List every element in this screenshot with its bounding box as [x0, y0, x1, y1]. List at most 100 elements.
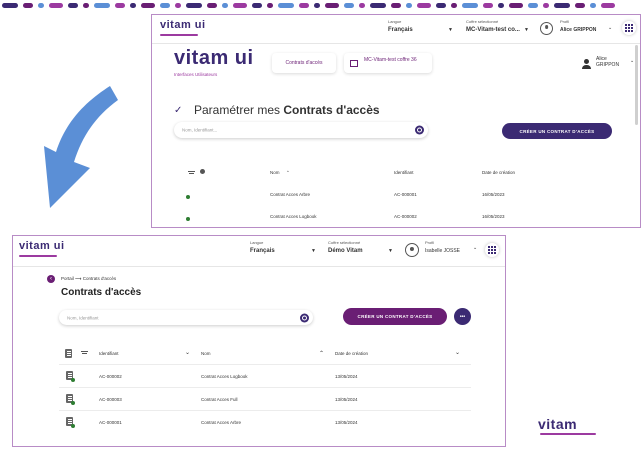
corner-logo-underline [540, 433, 596, 435]
bottom-header: vitam ui Langue Français ▼ Coffre sélect… [13, 236, 505, 267]
dash-segment [344, 2, 354, 8]
chevron-down-icon[interactable]: ▼ [524, 27, 529, 33]
dash-segment [417, 2, 431, 8]
row2-id: AC-000002 [394, 214, 417, 219]
title-prefix: Paramétrer mes [194, 103, 284, 117]
search-icon[interactable] [415, 125, 424, 135]
filter-icon[interactable] [188, 171, 195, 176]
check-icon: ✓ [174, 105, 183, 116]
col-identifiant[interactable]: Identifiant [99, 351, 119, 356]
chevron-down-icon[interactable]: ▼ [448, 27, 453, 33]
tab-contrats[interactable]: Contrats d'accès [272, 53, 336, 73]
back-arrow-button[interactable]: ‹ [47, 275, 55, 283]
document-icon [66, 371, 75, 382]
status-dot [186, 217, 190, 221]
dash-segment [252, 2, 262, 8]
profile-name[interactable]: Isabelle JOSSE [425, 248, 460, 254]
apps-grid-button[interactable] [622, 21, 636, 35]
user-icon [584, 59, 589, 64]
language-select[interactable]: Français [388, 27, 413, 33]
vitam-logo-large[interactable]: vitam ui [174, 47, 254, 70]
user-filter-icon[interactable] [200, 169, 205, 174]
dash-segment [406, 2, 412, 8]
dash-segment [175, 2, 181, 8]
dash-segment [299, 2, 309, 8]
vitam-logo[interactable]: vitam ui [160, 19, 206, 31]
more-options-button[interactable]: ••• [454, 308, 471, 325]
row2-date: 13/05/2024 [335, 397, 358, 402]
search-input[interactable]: Nom, Identifiant... [174, 122, 428, 138]
document-icon [66, 394, 75, 405]
breadcrumb-current: Contrats d'accès [82, 276, 117, 281]
dash-segment [83, 2, 89, 8]
sort-up-icon[interactable]: ⌃ [319, 350, 324, 357]
logo-subtitle: Interfaces Utilisateurs [174, 72, 218, 77]
dash-segment [325, 2, 339, 8]
dash-segment [49, 2, 63, 8]
row3-date: 13/05/2024 [335, 420, 358, 425]
language-select[interactable]: Français [250, 248, 275, 254]
logo-underline [160, 34, 198, 36]
chevron-down-icon[interactable]: ⌄ [455, 349, 460, 356]
vault-label: Coffre sélectionné [328, 240, 361, 245]
search-placeholder: Nom, Identifiant... [182, 127, 218, 133]
tab-vault[interactable]: MC-Vitam-test coffre 36 [344, 53, 432, 73]
apps-grid-button[interactable] [485, 243, 499, 257]
sort-up-icon[interactable]: ⌃ [286, 170, 290, 176]
search-placeholder: Nom, Identifiant [67, 315, 99, 320]
col-nom[interactable]: Nom [201, 351, 211, 356]
chevron-down-icon[interactable]: ▼ [311, 248, 316, 254]
avatar[interactable] [405, 243, 419, 257]
filter-icon[interactable] [81, 351, 88, 356]
avatar[interactable] [540, 22, 553, 35]
row3-nom[interactable]: Contrat Acces Arbre [201, 420, 241, 425]
logo-underline [19, 255, 57, 257]
col-nom[interactable]: Nom [270, 170, 280, 175]
row2-id[interactable]: AC-000003 [99, 397, 122, 402]
col-date[interactable]: Date de création [335, 351, 368, 356]
create-contract-button[interactable]: CRÉER UN CONTRAT D'ACCÈS [343, 308, 447, 325]
vault-select[interactable]: MC-Vitam-test co... [466, 27, 520, 33]
search-icon[interactable] [300, 313, 309, 322]
chevron-down-icon[interactable]: ▼ [388, 248, 393, 254]
decorative-dash-bar [0, 0, 644, 10]
row1-nom[interactable]: Contrat Acces Logbook [201, 374, 248, 379]
row1-nom[interactable]: Contrat Acces Arbre [270, 192, 310, 197]
row2-date: 16/05/2023 [482, 214, 505, 219]
vault-select[interactable]: Démo Vitam [328, 248, 363, 254]
chevron-down-icon[interactable]: ⌄ [608, 25, 612, 31]
dash-segment [359, 2, 365, 8]
dash-segment [601, 2, 615, 8]
vitam-logo[interactable]: vitam ui [19, 240, 65, 252]
dash-segment [115, 2, 125, 8]
search-input[interactable]: Nom, Identifiant [59, 310, 313, 325]
profile-label: Profil [425, 240, 435, 245]
row2-nom[interactable]: Contrat Acces Full [201, 397, 238, 402]
vault-tab-label: MC-Vitam-test coffre 36 [364, 57, 417, 63]
chevron-down-icon[interactable]: ⌄ [185, 349, 190, 356]
breadcrumb-portal[interactable]: Portail [61, 276, 74, 281]
status-dot [71, 424, 75, 428]
row1-id[interactable]: AC-000002 [99, 374, 122, 379]
col-identifiant[interactable]: Identifiant [394, 170, 414, 175]
dash-segment [528, 2, 538, 8]
old-ui-screenshot: vitam ui Langue Français ▼ Coffre sélect… [151, 14, 641, 228]
chevron-down-icon[interactable]: ⌄ [630, 58, 634, 64]
dash-segment [23, 2, 33, 8]
dash-segment [2, 2, 18, 8]
row-divider [59, 387, 471, 388]
profile-name[interactable]: Alice GRIPPON [560, 27, 596, 33]
col-date[interactable]: Date de création [482, 170, 515, 175]
row2-nom[interactable]: Contrat Acces Logbook [270, 214, 317, 219]
vault-label: Coffre sélectionné [466, 19, 499, 24]
dash-segment [575, 2, 585, 8]
user-name[interactable]: Alice GRIPPON [596, 56, 626, 68]
scrollbar[interactable] [635, 45, 638, 125]
dash-segment [222, 2, 228, 8]
dash-segment [233, 2, 247, 8]
create-contract-button[interactable]: CRÉER UN CONTRAT D'ACCÈS [502, 123, 612, 139]
breadcrumb: Portail ⟶ Contrats d'accès [61, 276, 116, 282]
row3-id[interactable]: AC-000001 [99, 420, 122, 425]
chevron-down-icon[interactable]: ⌄ [473, 245, 477, 251]
dash-segment [141, 2, 155, 8]
